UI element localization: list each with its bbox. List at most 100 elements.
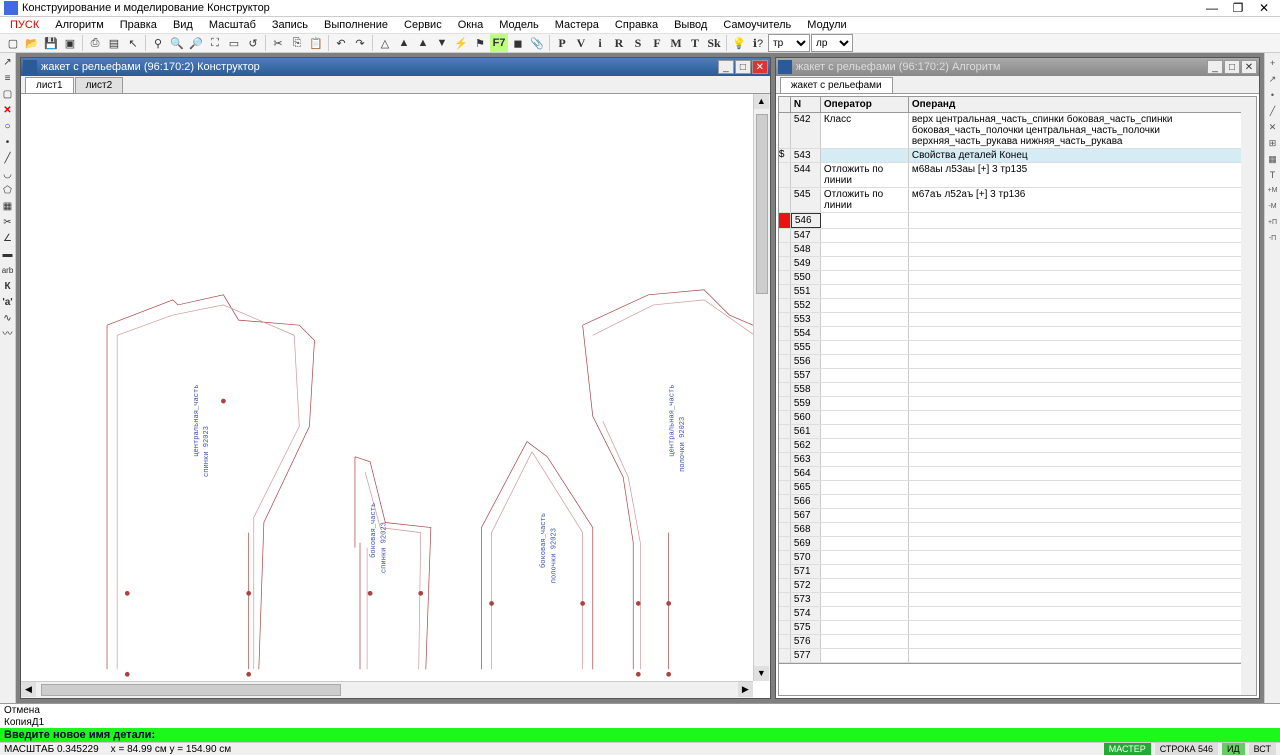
canvas-hscroll[interactable]: ◀ ▶ [21,681,753,698]
algo-vscroll[interactable] [1241,97,1256,695]
table-row[interactable]: 566 [779,495,1256,509]
p1-icon[interactable]: +П [1266,216,1280,230]
triangle1-icon[interactable]: ▲ [395,34,413,52]
table-row[interactable]: 558 [779,383,1256,397]
line-icon[interactable]: ╱ [1266,104,1280,118]
bolt-icon[interactable]: ⚡ [452,34,470,52]
angle-icon[interactable]: ∠ [1,232,15,246]
table-row[interactable]: 544Отложить по линиим68аы л53аы [+] 3 тр… [779,163,1256,188]
stop-icon[interactable]: ◼ [509,34,527,52]
tb-p-button[interactable]: P [553,34,571,52]
delete-icon[interactable]: ✕ [1,104,15,118]
table-row[interactable]: 553 [779,313,1256,327]
col-operator[interactable]: Оператор [821,97,909,112]
table-row[interactable]: 554 [779,327,1256,341]
table-row[interactable]: 569 [779,537,1256,551]
table-row[interactable]: 548 [779,243,1256,257]
help-icon[interactable]: 💡 [730,34,748,52]
win-close-button[interactable]: ✕ [1241,60,1257,74]
table-row[interactable]: 551 [779,285,1256,299]
shape-icon[interactable]: ◡ [1,168,15,182]
combo-lr[interactable]: лр [811,34,853,52]
plus-icon[interactable]: + [1266,56,1280,70]
table-row[interactable]: 572 [779,579,1256,593]
win-max-button[interactable]: □ [735,60,751,74]
menu-сервис[interactable]: Сервис [396,17,450,33]
attach-icon[interactable]: 📎 [528,34,546,52]
maximize-button[interactable]: ❐ [1226,0,1250,16]
menu-правка[interactable]: Правка [112,17,165,33]
zoom-region-icon[interactable]: ▭ [225,34,243,52]
menu-выполнение[interactable]: Выполнение [316,17,396,33]
table-row[interactable]: 577 [779,649,1256,663]
win-min-button[interactable]: _ [1207,60,1223,74]
table-row[interactable]: 547 [779,229,1256,243]
k-icon[interactable]: К [1,280,15,294]
text-icon[interactable]: T [1266,168,1280,182]
menu-модель[interactable]: Модель [491,17,546,33]
menu-справка[interactable]: Справка [607,17,666,33]
vscroll-thumb[interactable] [756,114,768,294]
win-close-button[interactable]: ✕ [752,60,768,74]
menu-запись[interactable]: Запись [264,17,316,33]
zoom-fit-icon[interactable]: ⛶ [206,34,224,52]
paste-icon[interactable]: 📋 [307,34,325,52]
grid-icon[interactable]: ▦ [1266,152,1280,166]
select-icon[interactable]: ↖ [124,34,142,52]
algo-tab[interactable]: жакет с рельефами [780,77,893,93]
menu-самоучитель[interactable]: Самоучитель [715,17,799,33]
table-row[interactable]: 568 [779,523,1256,537]
table-row[interactable]: 564 [779,467,1256,481]
redo-icon[interactable]: ↷ [351,34,369,52]
table-row[interactable]: 562 [779,439,1256,453]
arb-icon[interactable]: arb [1,264,15,278]
table-row[interactable]: 546 [779,213,1256,229]
table-row[interactable]: 576 [779,635,1256,649]
zoom-win-icon[interactable]: ⚲ [149,34,167,52]
menu-масштаб[interactable]: Масштаб [201,17,264,33]
align-icon[interactable]: ≡ [1,72,15,86]
drawing-canvas[interactable]: центральная_часть спинки 92023 боковая_ч… [21,94,770,698]
table-row[interactable]: 549 [779,257,1256,271]
canvas-vscroll[interactable]: ▲ ▼ [753,94,770,681]
menu-вид[interactable]: Вид [165,17,201,33]
tab-sheet1[interactable]: лист1 [25,77,74,93]
p2-icon[interactable]: -П [1266,232,1280,246]
tb-t-button[interactable]: T [686,34,704,52]
triangle-down-icon[interactable]: ▼ [433,34,451,52]
table-row[interactable]: 567 [779,509,1256,523]
wave-icon[interactable]: 〰 [1,328,15,342]
prompt-bar[interactable]: Введите новое имя детали: [0,728,1280,742]
rect-icon[interactable]: ▢ [1,88,15,102]
table-row[interactable]: 542Классверх центральная_часть_спинки бо… [779,113,1256,149]
table-row[interactable]: 570 [779,551,1256,565]
x-icon[interactable]: ✕ [1266,120,1280,134]
view-icon[interactable]: ⊞ [1266,136,1280,150]
print-icon[interactable]: ⎙ [86,34,104,52]
triangle2-icon[interactable]: ▲ [414,34,432,52]
col-operand[interactable]: Операнд [909,97,1241,112]
algo-input-area[interactable] [779,663,1241,695]
dot-icon[interactable]: • [1266,88,1280,102]
table-row[interactable]: 574 [779,607,1256,621]
preview-icon[interactable]: ▤ [105,34,123,52]
what-icon[interactable]: ℹ? [749,34,767,52]
table-row[interactable]: 545Отложить по линиим67аъ л52аъ [+] 3 тр… [779,188,1256,213]
poly-icon[interactable]: ⬠ [1,184,15,198]
table-row[interactable]: 561 [779,425,1256,439]
table-row[interactable]: 571 [779,565,1256,579]
table-row[interactable]: $543Свойства деталей Конец [779,149,1256,163]
table-body[interactable]: 542Классверх центральная_часть_спинки бо… [779,113,1256,663]
pattern-icon[interactable]: ▦ [1,200,15,214]
save-icon[interactable]: 💾 [42,34,60,52]
table-row[interactable]: 552 [779,299,1256,313]
tb-r-button[interactable]: R [610,34,628,52]
a-icon[interactable]: 'a' [1,296,15,310]
line-icon[interactable]: ╱ [1,152,15,166]
cut-icon[interactable]: ✂ [269,34,287,52]
saveall-icon[interactable]: ▣ [61,34,79,52]
table-row[interactable]: 573 [779,593,1256,607]
dot-icon[interactable]: • [1,136,15,150]
table-row[interactable]: 559 [779,397,1256,411]
table-row[interactable]: 550 [779,271,1256,285]
